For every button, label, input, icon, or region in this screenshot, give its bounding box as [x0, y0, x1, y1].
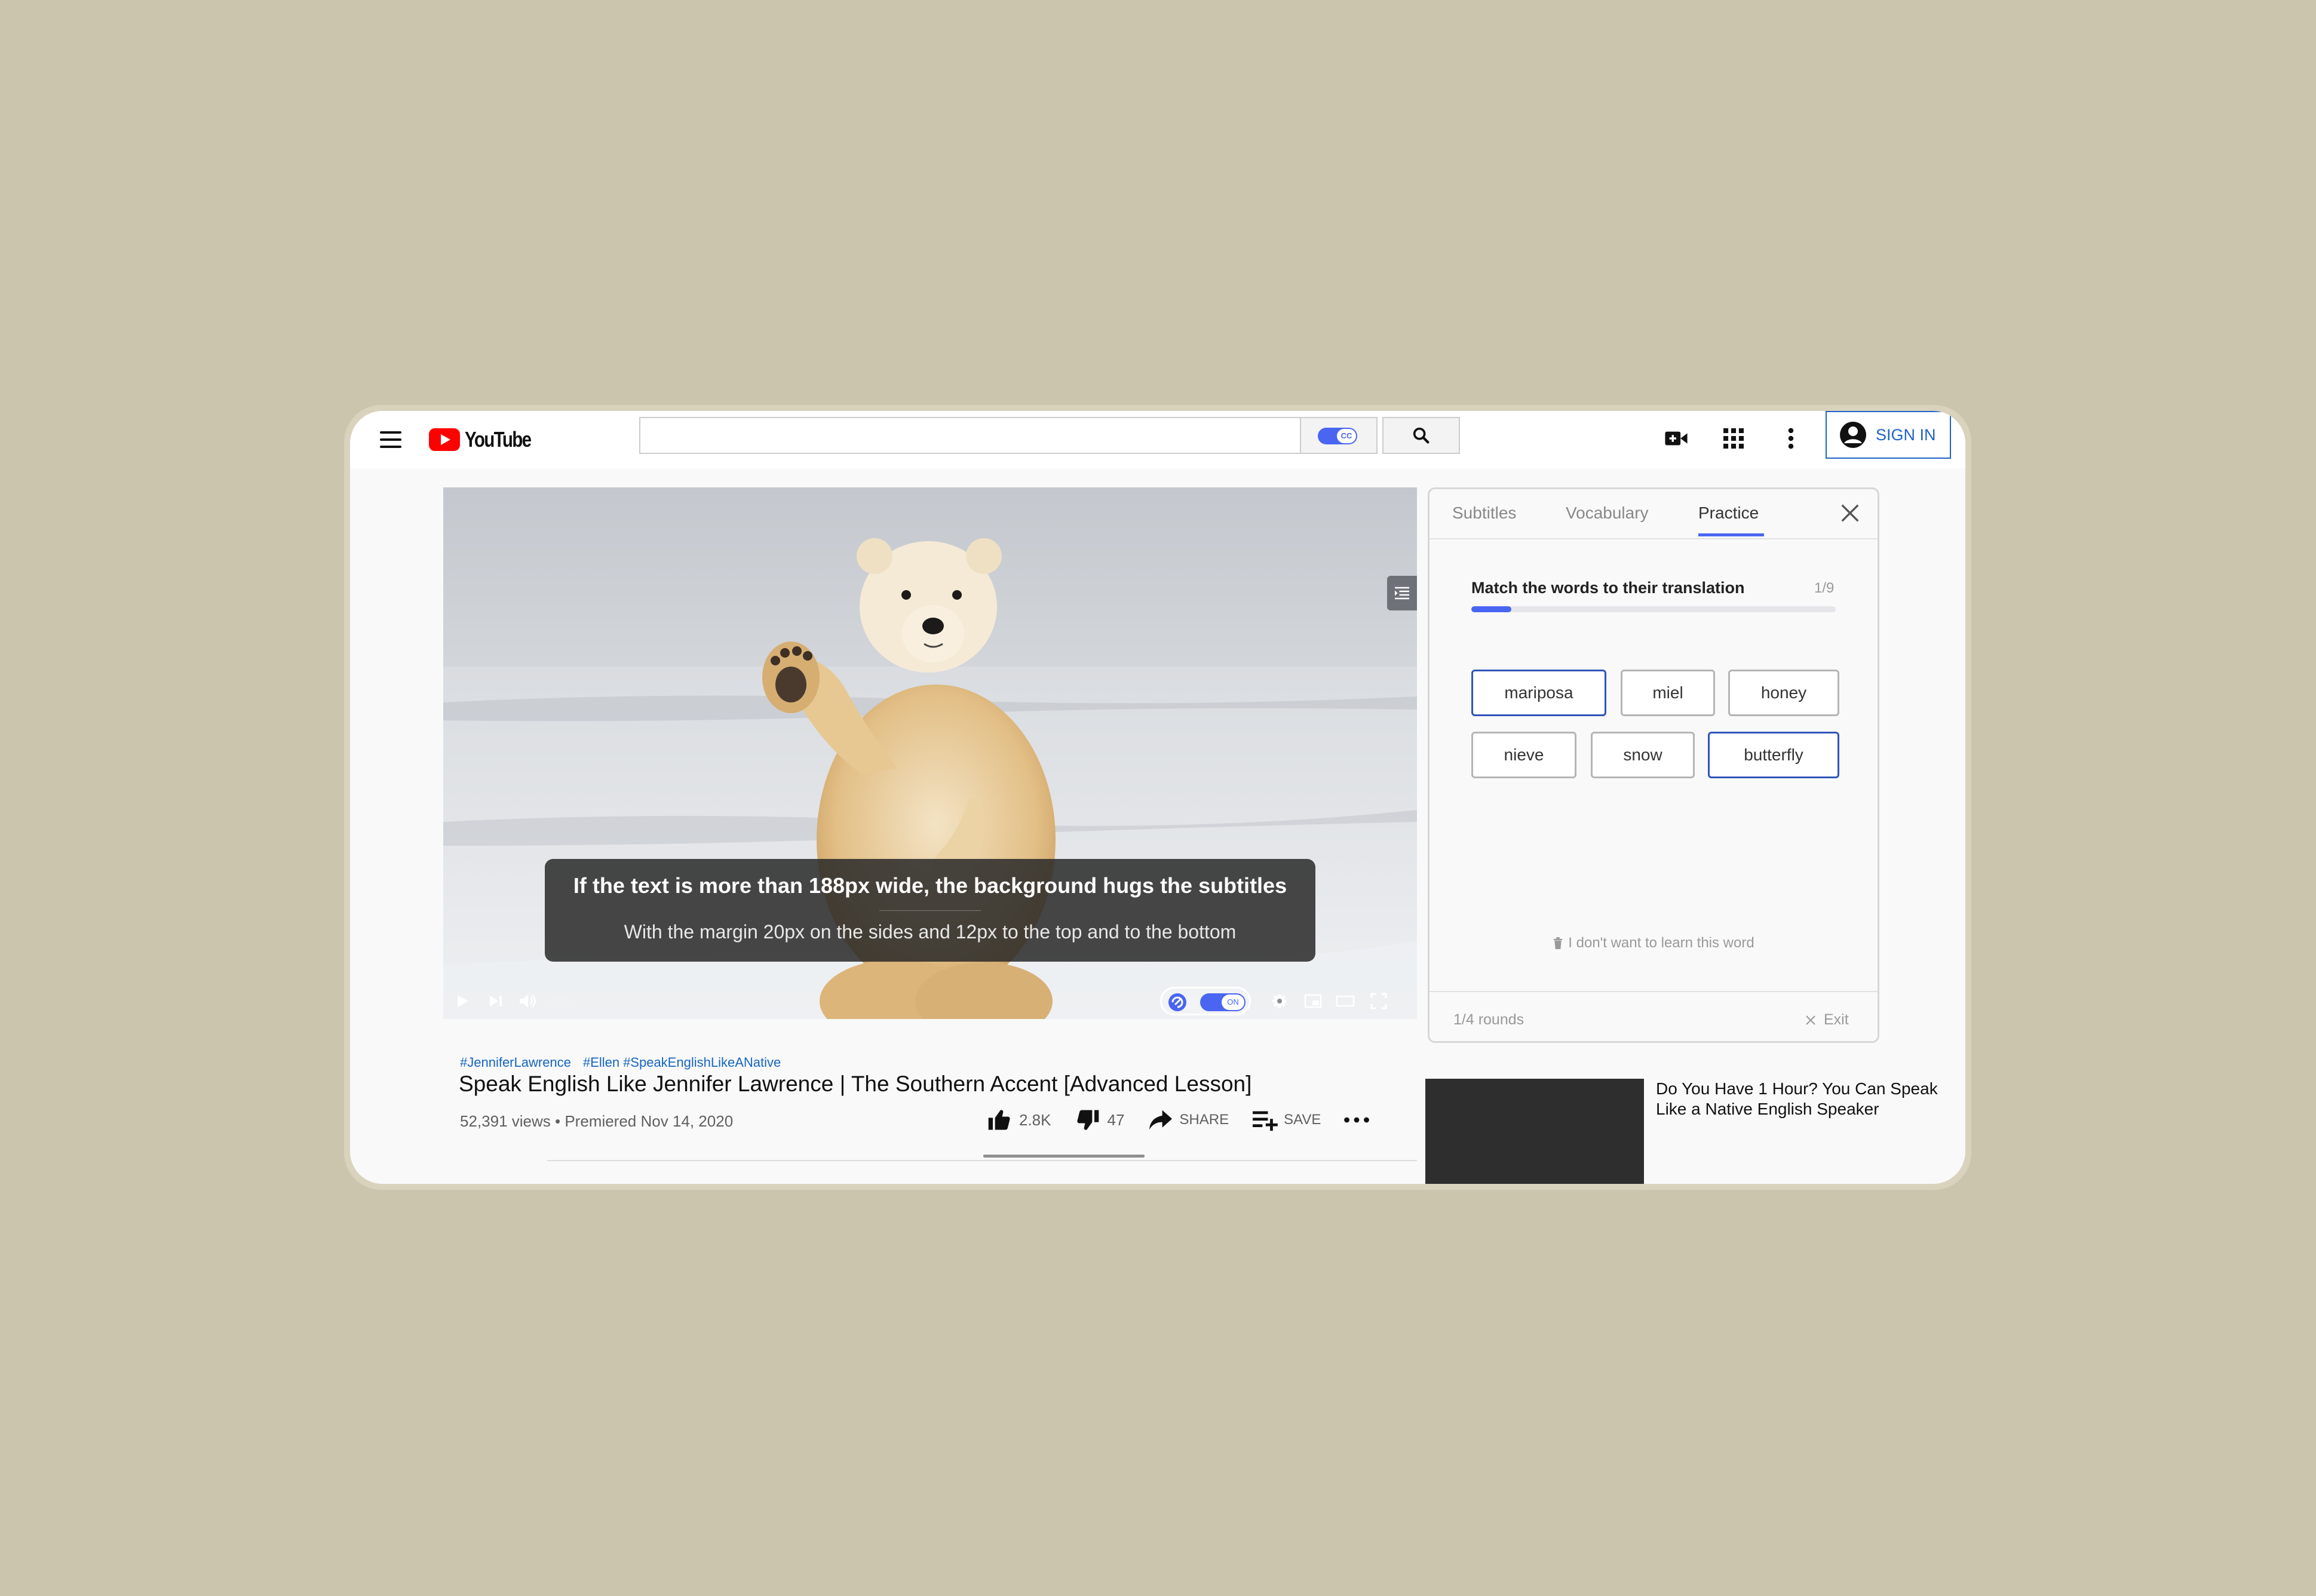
close-small-icon	[1806, 1015, 1815, 1025]
share-button[interactable]: SHARE	[1147, 1108, 1229, 1132]
transcript-list-button[interactable]	[1387, 576, 1417, 610]
progress-track	[1471, 606, 1836, 612]
browser-screen: YouTube CC SIGN IN If the text is more t…	[350, 411, 1965, 1184]
hashtag-link[interactable]: #Ellen	[583, 1055, 619, 1070]
close-icon[interactable]	[1838, 501, 1862, 525]
view-count: 52,391 views	[460, 1112, 551, 1130]
meta-separator: •	[555, 1112, 565, 1130]
rounds-counter: 1/4 rounds	[1453, 1011, 1524, 1028]
video-player[interactable]: If the text is more than 188px wide, the…	[443, 487, 1417, 1019]
panel-footer-divider	[1430, 991, 1878, 992]
toggle-on-label: ON	[1222, 995, 1244, 1010]
word-chip-nieve[interactable]: nieve	[1471, 732, 1576, 778]
info-divider	[547, 1160, 1417, 1161]
sign-in-button[interactable]: SIGN IN	[1826, 411, 1951, 459]
learning-panel: Subtitles Vocabulary Practice Match the …	[1428, 487, 1879, 1043]
like-button[interactable]: 2.8K	[986, 1107, 1051, 1133]
save-label: SAVE	[1284, 1112, 1321, 1128]
exercise-title: Match the words to their translation	[1471, 579, 1745, 597]
progress-fill	[1471, 606, 1512, 612]
word-chip-snow[interactable]: snow	[1591, 732, 1695, 778]
video-title: Speak English Like Jennifer Lawrence | T…	[459, 1072, 1252, 1096]
video-actions: 2.8K 47 SHARE SAVE	[986, 1105, 1392, 1135]
like-ratio-bar	[983, 1155, 1145, 1158]
like-count: 2.8K	[1019, 1110, 1051, 1129]
account-icon	[1840, 422, 1866, 448]
time-display: 0:00	[550, 995, 571, 1007]
save-button[interactable]: SAVE	[1251, 1108, 1321, 1132]
list-icon	[1395, 587, 1409, 600]
learning-mode-toggle[interactable]: ON	[1160, 987, 1251, 1015]
dislike-button[interactable]: 47	[1074, 1107, 1125, 1133]
play-icon[interactable]	[450, 989, 474, 1013]
cc-badge: CC	[1337, 429, 1356, 443]
share-label: SHARE	[1179, 1112, 1229, 1128]
cc-toggle[interactable]: CC	[1318, 428, 1357, 444]
playlist-add-icon	[1253, 1111, 1278, 1131]
apps-grid-icon[interactable]	[1719, 424, 1748, 453]
trash-icon	[1554, 937, 1563, 949]
volume-icon[interactable]	[516, 989, 540, 1013]
subtitle-line-primary: If the text is more than 188px wide, the…	[573, 873, 1287, 898]
language-icon	[1168, 993, 1186, 1011]
premiere-date: Premiered Nov 14, 2020	[565, 1112, 734, 1130]
sign-in-label: SIGN IN	[1876, 425, 1936, 444]
share-icon	[1149, 1110, 1173, 1130]
skip-word-link[interactable]: I don't want to learn this word	[1430, 935, 1878, 952]
word-chip-mariposa[interactable]: mariposa	[1471, 670, 1606, 716]
create-video-icon[interactable]	[1662, 424, 1691, 453]
search-icon	[1413, 427, 1430, 444]
next-icon[interactable]	[484, 989, 508, 1013]
cc-toggle-button[interactable]: CC	[1300, 417, 1378, 454]
exit-button[interactable]: Exit	[1805, 1011, 1849, 1029]
active-tab-indicator	[1698, 533, 1764, 536]
subtitle-box: If the text is more than 188px wide, the…	[545, 859, 1315, 962]
more-vert-icon[interactable]	[1777, 424, 1805, 453]
word-chip-butterfly[interactable]: butterfly	[1708, 732, 1839, 778]
hashtag-link[interactable]: #SpeakEnglishLikeANative	[623, 1055, 781, 1070]
thumbs-down-icon	[1076, 1110, 1099, 1130]
tab-practice[interactable]: Practice	[1698, 504, 1759, 523]
search-button[interactable]	[1382, 417, 1460, 454]
thumbs-up-icon	[988, 1110, 1010, 1130]
tab-subtitles[interactable]: Subtitles	[1452, 504, 1516, 523]
logo-text: YouTube	[465, 427, 532, 452]
recommended-video-title[interactable]: Do You Have 1 Hour? You Can Speak Like a…	[1656, 1079, 1943, 1119]
more-actions-button[interactable]	[1343, 1116, 1370, 1124]
fullscreen-icon[interactable]	[1367, 989, 1391, 1013]
tab-vocabulary[interactable]: Vocabulary	[1566, 504, 1649, 523]
search-input[interactable]	[639, 417, 1301, 454]
exercise-progress-count: 1/9	[1814, 580, 1835, 596]
subtitle-divider	[879, 910, 981, 911]
youtube-logo[interactable]: YouTube	[429, 424, 545, 455]
menu-icon[interactable]	[375, 425, 406, 454]
dislike-count: 47	[1107, 1110, 1125, 1129]
skip-word-label: I don't want to learn this word	[1568, 935, 1754, 951]
subtitle-line-translation: With the margin 20px on the sides and 12…	[624, 921, 1237, 943]
panel-tabs: Subtitles Vocabulary Practice	[1430, 489, 1878, 539]
theater-mode-icon[interactable]	[1333, 989, 1357, 1013]
player-controls: 0:00 ON	[443, 983, 1417, 1019]
hashtag-list: #JenniferLawrence #Ellen #SpeakEnglishLi…	[460, 1055, 781, 1070]
hashtag-link[interactable]: #JenniferLawrence	[460, 1055, 571, 1070]
recommended-video-thumbnail[interactable]	[1425, 1079, 1644, 1184]
settings-gear-icon[interactable]	[1268, 989, 1292, 1013]
youtube-play-icon	[429, 428, 460, 451]
miniplayer-icon[interactable]	[1301, 989, 1325, 1013]
more-horiz-icon	[1344, 1117, 1370, 1123]
video-meta: 52,391 views • Premiered Nov 14, 2020	[460, 1112, 733, 1131]
top-header: YouTube CC SIGN IN	[350, 411, 1965, 468]
exit-label: Exit	[1824, 1011, 1849, 1028]
word-chip-honey[interactable]: honey	[1728, 670, 1839, 716]
word-chip-miel[interactable]: miel	[1621, 670, 1715, 716]
